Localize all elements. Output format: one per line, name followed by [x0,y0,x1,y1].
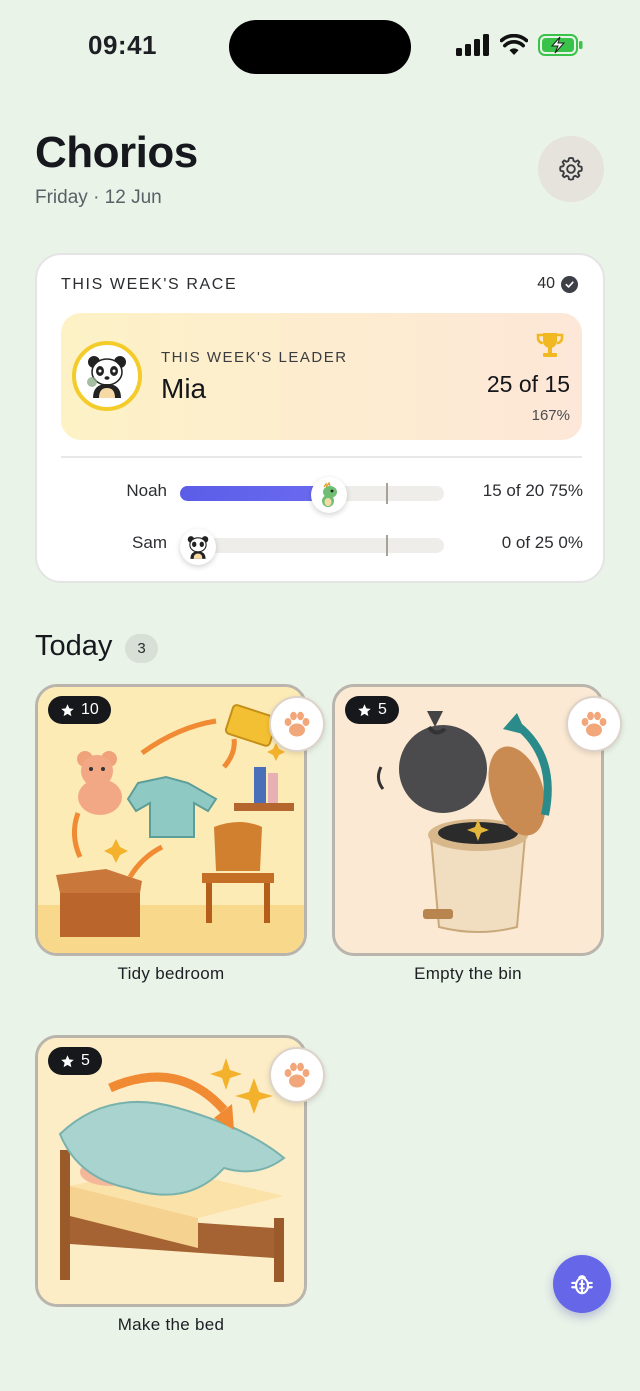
chore-points: 10 [81,701,99,718]
racer-row[interactable]: Noah 15 of 20 75% [37,472,607,513]
racer-name: Noah [126,481,167,500]
current-date: Friday · 12 Jun [35,187,162,208]
leader-score: 25 of 15 [486,371,570,397]
paw-button[interactable] [269,1047,325,1103]
race-title: THIS WEEK'S RACE [61,276,238,293]
star-icon [61,703,74,716]
empty-the-bin-illustration [335,687,601,953]
wifi-icon [500,34,528,55]
gear-icon [559,156,583,181]
leader-panel[interactable]: THIS WEEK'S LEADER Mia 25 of 15 167% [61,313,582,440]
debug-button[interactable] [553,1255,611,1313]
status-time: 09:41 [88,30,157,60]
chore-points-badge: 5 [345,696,399,724]
racer-avatar [310,477,347,513]
racer-avatar [180,529,216,565]
race-goal-marker [386,535,388,556]
bug-icon [571,1275,593,1295]
leader-name: Mia [161,373,207,404]
race-track [180,477,444,513]
race-track [180,529,444,565]
paw-icon [284,1062,310,1088]
chore-title: Tidy bedroom [117,964,225,983]
star-icon [358,703,371,716]
racer-name: Sam [132,533,167,552]
race-goal-marker [386,483,388,504]
battery-charging-icon [538,34,583,56]
leader-avatar [72,341,142,411]
paw-button[interactable] [566,696,622,752]
make-the-bed-illustration [38,1038,304,1304]
racer-stat: 15 of 20 75% [482,481,583,500]
weekly-race-card: THIS WEEK'S RACE 40 THIS WEEK'S LEADER M… [35,253,605,583]
cellular-signal-icon [456,34,489,56]
status-bar: 09:41 [0,0,640,95]
paw-icon [284,711,310,737]
app-title: Chorios [35,128,198,177]
check-icon [561,275,578,293]
panda-icon [87,356,126,398]
chore-points: 5 [378,701,387,718]
today-heading: Today [35,630,113,662]
trophy-icon [534,329,566,366]
chore-card[interactable]: 5 [35,1035,307,1307]
star-icon [61,1054,74,1067]
race-points: 40 [537,275,578,293]
chore-points-badge: 5 [48,1047,102,1075]
race-divider [61,456,582,458]
racer-row[interactable]: Sam 0 of 25 0% [37,524,607,565]
leader-label: THIS WEEK'S LEADER [161,349,348,366]
tidy-bedroom-illustration [38,687,304,953]
leader-percent: 167% [531,407,570,424]
settings-button[interactable] [538,136,604,202]
racer-stat: 0 of 25 0% [501,533,583,552]
today-count-badge: 3 [125,634,158,663]
dinosaur-icon [321,482,337,507]
chore-title: Make the bed [117,1315,225,1334]
paw-button[interactable] [269,696,325,752]
status-icons [456,34,584,56]
chore-points: 5 [81,1052,90,1069]
panda-icon [187,536,209,559]
race-progress-fill [180,486,329,501]
chore-title: Empty the bin [414,964,522,983]
paw-icon [581,711,607,737]
race-points-value: 40 [537,275,555,292]
chore-card[interactable]: 10 [35,684,307,956]
dynamic-island [229,20,411,74]
chore-points-badge: 10 [48,696,111,724]
chore-card[interactable]: 5 [332,684,604,956]
